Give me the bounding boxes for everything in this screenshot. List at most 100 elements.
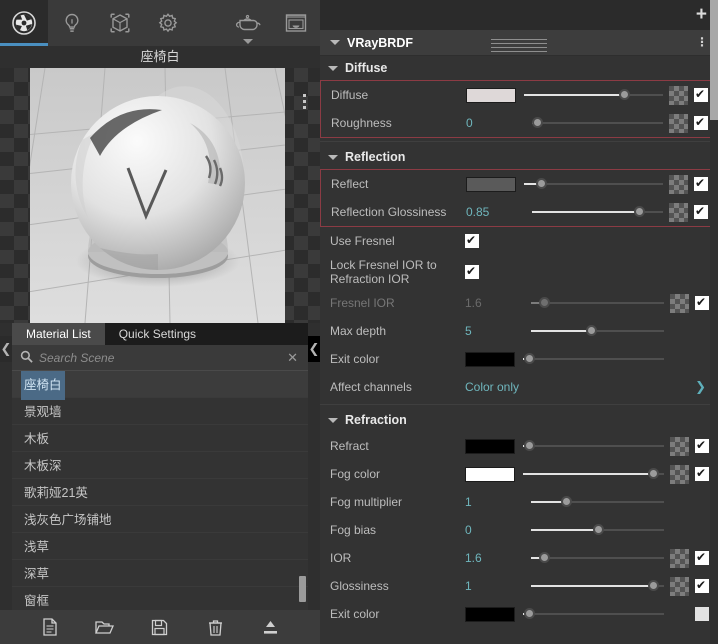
row-diffuse[interactable]: Diffuse <box>321 81 717 109</box>
row-value[interactable]: 0 <box>466 116 524 130</box>
toolbar-item-render-preview[interactable] <box>272 0 320 46</box>
list-item[interactable]: 座椅白 <box>12 371 308 398</box>
color-swatch[interactable] <box>465 439 515 454</box>
delete-material-button[interactable] <box>198 614 232 640</box>
material-preview[interactable] <box>0 68 320 323</box>
chevron-down-icon[interactable] <box>328 418 338 423</box>
list-item[interactable]: 窗框 <box>12 587 308 610</box>
drag-grip-icon[interactable] <box>491 39 547 55</box>
slider[interactable] <box>524 88 663 102</box>
list-item[interactable]: 歌莉娅21英 <box>12 479 308 506</box>
row-value[interactable]: 1.6 <box>465 551 523 565</box>
enable-checkbox[interactable] <box>694 116 708 130</box>
section-header-refraction[interactable]: Refraction <box>320 408 718 432</box>
enable-checkbox[interactable] <box>694 88 708 102</box>
list-item[interactable]: 木板深 <box>12 452 308 479</box>
row-reflection-glossiness[interactable]: Reflection Glossiness 0.85 <box>321 198 717 226</box>
row-exit-color-refraction[interactable]: Exit color <box>320 600 718 628</box>
row-value[interactable]: 1 <box>465 579 523 593</box>
search-input[interactable] <box>39 351 285 365</box>
enable-checkbox[interactable] <box>695 296 709 310</box>
tab-quick-settings[interactable]: Quick Settings <box>105 323 210 345</box>
material-list-scrollbar[interactable] <box>299 576 306 602</box>
save-material-button[interactable] <box>143 614 177 640</box>
slider[interactable] <box>532 116 663 130</box>
row-glossiness[interactable]: Glossiness 1 <box>320 572 718 600</box>
row-affect-channels[interactable]: Affect channels Color only ❯ <box>320 373 718 401</box>
slider[interactable] <box>531 495 664 509</box>
toolbar-item-preview-object[interactable] <box>224 0 272 46</box>
tab-material-list[interactable]: Material List <box>12 323 105 345</box>
chevron-down-icon[interactable] <box>328 155 338 160</box>
chevron-down-icon[interactable]: ❯ <box>695 379 706 395</box>
toolbar-item-material[interactable] <box>0 0 48 46</box>
toolbar-item-settings[interactable] <box>144 0 192 46</box>
texture-slot-button[interactable] <box>669 203 688 222</box>
color-swatch[interactable] <box>465 607 515 622</box>
enable-checkbox[interactable] <box>695 467 709 481</box>
texture-slot-button[interactable] <box>670 577 689 596</box>
slider[interactable] <box>523 607 664 621</box>
enable-checkbox[interactable] <box>695 439 709 453</box>
color-swatch[interactable] <box>466 88 516 103</box>
color-swatch[interactable] <box>465 352 515 367</box>
row-reflect[interactable]: Reflect <box>321 170 717 198</box>
slider[interactable] <box>531 523 664 537</box>
lock-fresnel-ior-checkbox[interactable] <box>465 265 479 279</box>
row-ior[interactable]: IOR 1.6 <box>320 544 718 572</box>
affect-channels-value[interactable]: Color only <box>465 380 519 394</box>
slider[interactable] <box>531 551 664 565</box>
row-value[interactable]: 0.85 <box>466 205 524 219</box>
row-fog-color[interactable]: Fog color <box>320 460 718 488</box>
preview-options-menu[interactable] <box>303 94 307 112</box>
texture-slot-button[interactable] <box>670 437 689 456</box>
row-fog-multiplier[interactable]: Fog multiplier 1 <box>320 488 718 516</box>
brdf-header[interactable]: VRayBRDF ⋮ <box>320 30 718 56</box>
toolbar-item-geometry[interactable] <box>96 0 144 46</box>
row-use-fresnel[interactable]: Use Fresnel <box>320 227 718 255</box>
slider[interactable] <box>532 205 663 219</box>
info-icon[interactable]: ⋮ <box>696 35 708 49</box>
right-panel-scrollbar[interactable] <box>710 0 718 644</box>
collapse-list-panel-button[interactable]: ❮ <box>308 336 320 362</box>
material-list[interactable]: 座椅白 景观墙 木板 木板深 歌莉娅21英 浅灰色广场铺地 浅草 深草 窗框 马… <box>12 371 308 610</box>
clear-search-icon[interactable]: ✕ <box>285 350 300 366</box>
list-item[interactable]: 浅草 <box>12 533 308 560</box>
row-value[interactable]: 0 <box>465 523 523 537</box>
chevron-down-icon[interactable] <box>328 66 338 71</box>
enable-checkbox[interactable] <box>695 607 709 621</box>
list-item[interactable]: 景观墙 <box>12 398 308 425</box>
add-layer-button[interactable]: + <box>696 6 707 23</box>
slider[interactable] <box>524 177 663 191</box>
slider[interactable] <box>523 352 664 366</box>
enable-checkbox[interactable] <box>695 551 709 565</box>
enable-checkbox[interactable] <box>695 579 709 593</box>
texture-slot-button[interactable] <box>669 175 688 194</box>
new-material-button[interactable] <box>33 614 67 640</box>
chevron-down-icon[interactable] <box>243 39 253 44</box>
row-refract[interactable]: Refract <box>320 432 718 460</box>
collapse-left-panel-button[interactable]: ❮ <box>0 336 12 362</box>
texture-slot-button[interactable] <box>670 549 689 568</box>
texture-slot-button[interactable] <box>670 465 689 484</box>
color-swatch[interactable] <box>465 467 515 482</box>
import-material-button[interactable] <box>253 614 287 640</box>
texture-slot-button[interactable] <box>669 86 688 105</box>
section-header-diffuse[interactable]: Diffuse <box>320 56 718 80</box>
chevron-down-icon[interactable] <box>330 40 340 45</box>
row-fog-bias[interactable]: Fog bias 0 <box>320 516 718 544</box>
color-swatch[interactable] <box>466 177 516 192</box>
use-fresnel-checkbox[interactable] <box>465 234 479 248</box>
texture-slot-button[interactable] <box>669 114 688 133</box>
list-item[interactable]: 木板 <box>12 425 308 452</box>
enable-checkbox[interactable] <box>694 177 708 191</box>
row-lock-fresnel-ior[interactable]: Lock Fresnel IOR to Refraction IOR <box>320 255 718 289</box>
row-exit-color-reflection[interactable]: Exit color <box>320 345 718 373</box>
slider[interactable] <box>531 579 664 593</box>
row-value[interactable]: 5 <box>465 324 523 338</box>
row-max-depth[interactable]: Max depth 5 <box>320 317 718 345</box>
section-header-reflection[interactable]: Reflection <box>320 145 718 169</box>
row-value[interactable]: 1 <box>465 495 523 509</box>
slider[interactable] <box>523 439 664 453</box>
enable-checkbox[interactable] <box>694 205 708 219</box>
